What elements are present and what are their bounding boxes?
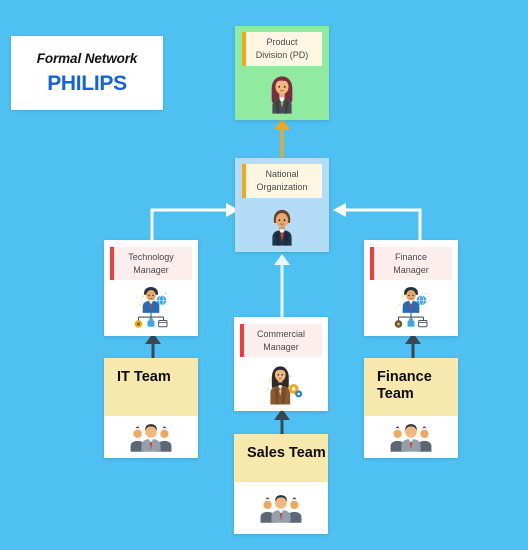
businessman-avatar (272, 209, 292, 246)
team-group-avatar (130, 424, 172, 452)
node-product-division[interactable]: Product Division (PD) (235, 26, 329, 120)
node-finance-team[interactable]: Finance Team (364, 358, 458, 458)
commercial-manager-label-plate: Commercial Manager (240, 324, 322, 357)
technology-manager-avatar-area (104, 280, 198, 336)
businesswoman-avatar (271, 76, 293, 114)
national-organization-label-plate: National Organization (242, 164, 322, 198)
national-organization-label: National Organization (256, 169, 308, 192)
sales-team-label: Sales Team (247, 445, 326, 461)
technology-manager-label: Technology Manager (128, 251, 174, 275)
technology-manager-label-plate: Technology Manager (110, 247, 192, 280)
node-sales-team[interactable]: Sales Team (234, 434, 328, 534)
connector-national-to-product (272, 118, 292, 160)
team-group-avatar (260, 495, 302, 523)
it-team-avatar-area (104, 416, 198, 458)
node-commercial-manager[interactable]: Commercial Manager (234, 317, 328, 411)
product-division-label-plate: Product Division (PD) (242, 32, 322, 66)
product-division-label: Product Division (PD) (255, 37, 309, 60)
logo-brand-philips: PHILIPS (47, 71, 127, 95)
arrow-up-icon (274, 254, 290, 319)
product-division-avatar-area (235, 66, 329, 120)
commercial-manager-avatar-area (234, 357, 328, 411)
formal-network-logo-card: Formal Network PHILIPS (11, 36, 163, 110)
accent-bar (110, 247, 114, 280)
accent-bar (242, 164, 246, 198)
accent-bar (370, 247, 374, 280)
it-team-header: IT Team (104, 358, 198, 416)
sales-team-header: Sales Team (234, 434, 328, 482)
accent-bar (242, 32, 246, 66)
commercial-manager-label: Commercial Manager (256, 328, 305, 352)
finance-team-header: Finance Team (364, 358, 458, 416)
finance-manager-avatar-area (364, 280, 458, 336)
node-technology-manager[interactable]: Technology Manager (104, 240, 198, 336)
sales-team-avatar-area (234, 482, 328, 534)
accent-bar (240, 324, 244, 357)
it-manager-avatar (134, 287, 168, 328)
finance-team-label: Finance Team (377, 369, 432, 402)
node-it-team[interactable]: IT Team (104, 358, 198, 458)
commercial-manager-avatar (267, 366, 303, 405)
finance-manager-avatar (394, 287, 428, 328)
finance-manager-label-plate: Finance Manager (370, 247, 452, 280)
node-finance-manager[interactable]: Finance Manager (364, 240, 458, 336)
logo-tagline: Formal Network (36, 51, 138, 67)
arrow-up-icon (274, 119, 290, 160)
finance-manager-label: Finance Manager (393, 251, 429, 275)
team-group-avatar (390, 424, 432, 452)
it-team-label: IT Team (117, 369, 171, 385)
connector-commercial-to-national (272, 253, 292, 319)
finance-team-avatar-area (364, 416, 458, 458)
org-chart-canvas: Formal Network PHILIPS Product Division … (0, 0, 528, 550)
national-organization-avatar-area (235, 198, 329, 252)
node-national-organization[interactable]: National Organization (235, 158, 329, 252)
